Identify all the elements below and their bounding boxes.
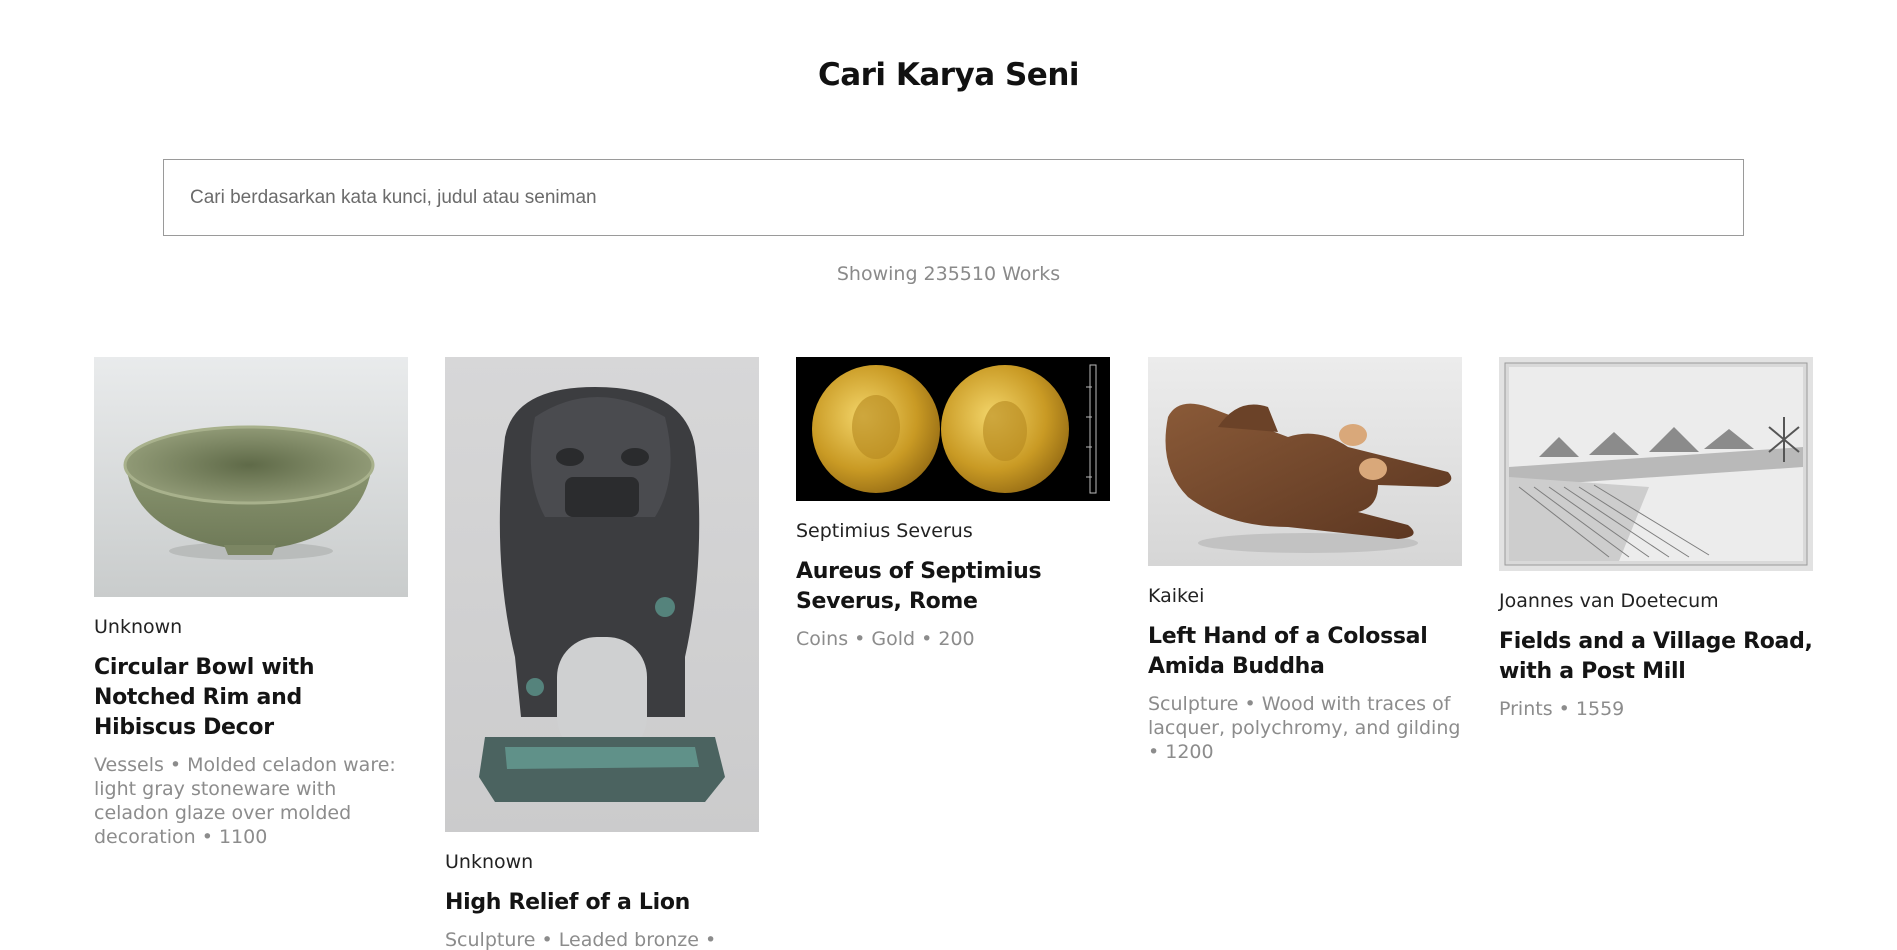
artwork-title[interactable]: High Relief of a Lion — [445, 888, 759, 918]
celadon-bowl-image — [94, 357, 408, 597]
artwork-image-bronze-lion[interactable] — [445, 357, 759, 832]
artwork-meta: Sculpture • Wood with traces of lacquer,… — [1148, 693, 1461, 763]
search-input[interactable] — [164, 160, 1743, 235]
artwork-search-page: Cari Karya Seni Showing 235510 Works — [0, 0, 1897, 950]
artwork-meta: Prints • 1559 — [1499, 698, 1625, 720]
artwork-artist: Unknown — [445, 851, 534, 873]
page-title: Cari Karya Seni — [817, 57, 1080, 93]
artwork-title[interactable]: Fields and a Village Road, with a Post M… — [1499, 627, 1813, 687]
artwork-title[interactable]: Circular Bowl with Notched Rim and Hibis… — [94, 653, 408, 743]
artwork-artist: Kaikei — [1148, 585, 1205, 607]
artwork-artist: Joannes van Doetecum — [1499, 590, 1719, 612]
wooden-hand-image — [1148, 357, 1462, 566]
artwork-card[interactable]: Septimius Severus Aureus of Septimius Se… — [796, 357, 1110, 651]
search-box[interactable] — [163, 159, 1744, 236]
artwork-meta: Coins • Gold • 200 — [796, 628, 975, 650]
bronze-lion-image — [445, 357, 759, 832]
artwork-card[interactable]: Joannes van Doetecum Fields and a Villag… — [1499, 357, 1813, 721]
result-count: Showing 235510 Works — [836, 263, 1061, 285]
artwork-meta: Sculpture • Leaded bronze • — [445, 929, 717, 950]
artwork-image-village-print[interactable] — [1499, 357, 1813, 571]
gold-coins-image — [796, 357, 1110, 501]
artwork-card[interactable]: Unknown Circular Bowl with Notched Rim a… — [94, 357, 408, 849]
artwork-title[interactable]: Aureus of Septimius Severus, Rome — [796, 557, 1110, 617]
village-print-image — [1499, 357, 1813, 571]
artwork-meta: Vessels • Molded celadon ware: light gra… — [94, 754, 396, 848]
artwork-artist: Unknown — [94, 616, 183, 638]
artwork-image-gold-coins[interactable] — [796, 357, 1110, 501]
artwork-card[interactable]: Unknown High Relief of a Lion Sculpture … — [445, 357, 759, 950]
artwork-card[interactable]: Kaikei Left Hand of a Colossal Amida Bud… — [1148, 357, 1462, 764]
artwork-artist: Septimius Severus — [796, 520, 973, 542]
artwork-image-celadon-bowl[interactable] — [94, 357, 408, 597]
artwork-image-wooden-hand[interactable] — [1148, 357, 1462, 566]
artwork-title[interactable]: Left Hand of a Colossal Amida Buddha — [1148, 622, 1462, 682]
